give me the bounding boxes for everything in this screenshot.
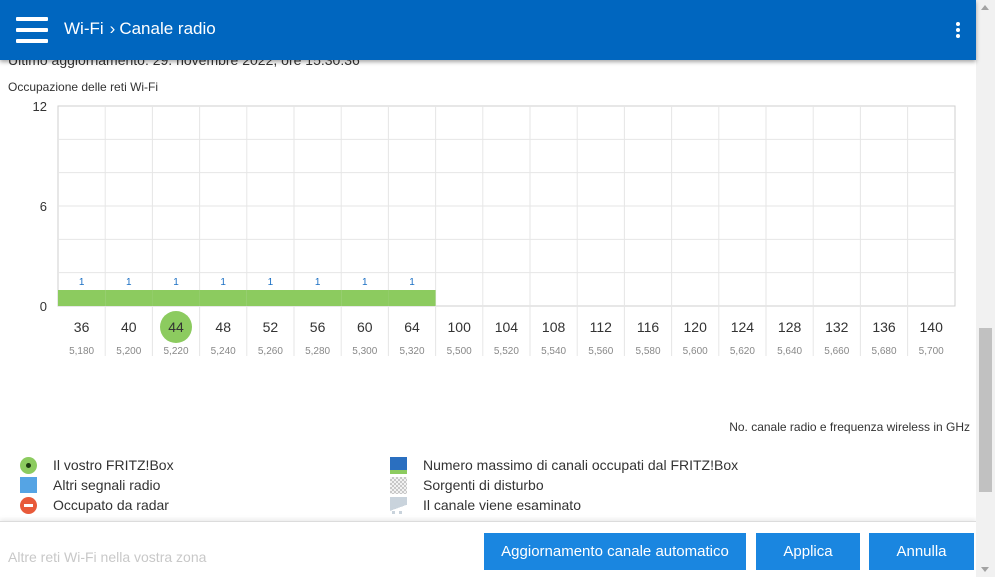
- data-label: 1: [220, 277, 226, 288]
- bar: [152, 290, 200, 306]
- bar: [199, 290, 247, 306]
- channel-label: 64: [404, 319, 420, 335]
- legend-item-scan: Il canale viene esaminato: [390, 495, 738, 515]
- channel-label: 132: [825, 319, 849, 335]
- frequency-label: 5,260: [258, 346, 283, 357]
- menu-icon[interactable]: [16, 17, 48, 43]
- frequency-label: 5,320: [399, 346, 424, 357]
- legend-left: Il vostro FRITZ!Box Altri segnali radio …: [20, 455, 174, 515]
- axis-caption: No. canale radio e frequenza wireless in…: [729, 420, 970, 434]
- frequency-label: 5,640: [777, 346, 802, 357]
- channel-label: 136: [872, 319, 896, 335]
- channel-label: 36: [74, 319, 90, 335]
- bar: [58, 290, 106, 306]
- frequency-label: 5,500: [447, 346, 472, 357]
- interference-icon: [390, 476, 407, 494]
- legend-label: Occupato da radar: [53, 497, 169, 513]
- scanning-icon: [390, 496, 407, 514]
- frequency-label: 5,300: [352, 346, 377, 357]
- scroll-up-icon[interactable]: [981, 5, 989, 10]
- other-signal-icon: [20, 477, 37, 493]
- data-label: 1: [126, 277, 132, 288]
- channel-occupancy-chart: 06121 1 1 1 1 1 1 1365,180405,200445,220485,240…: [33, 99, 956, 357]
- data-label: 1: [173, 277, 179, 288]
- scroll-down-icon[interactable]: [981, 567, 989, 572]
- frequency-label: 5,580: [635, 346, 660, 357]
- channel-label: 44: [168, 319, 184, 335]
- frequency-label: 5,280: [305, 346, 330, 357]
- cancel-button[interactable]: Annulla: [869, 533, 974, 570]
- breadcrumb-wifi-link[interactable]: Wi-Fi: [64, 19, 104, 38]
- legend-item-noise: Sorgenti di disturbo: [390, 475, 738, 495]
- app-header: Wi-Fi › Canale radio: [0, 0, 976, 60]
- more-options-icon[interactable]: [950, 20, 966, 40]
- channel-label: 140: [920, 319, 944, 335]
- data-label: 1: [79, 277, 85, 288]
- channel-label: 40: [121, 319, 137, 335]
- frequency-label: 5,200: [116, 346, 141, 357]
- bar: [388, 290, 436, 306]
- channel-label: 116: [637, 319, 660, 335]
- vertical-scrollbar[interactable]: [976, 0, 995, 577]
- frequency-label: 5,680: [871, 346, 896, 357]
- own-fritzbox-icon: [20, 456, 37, 474]
- legend-label: Numero massimo di canali occupati dal FR…: [423, 457, 739, 473]
- breadcrumb: Wi-Fi › Canale radio: [64, 19, 216, 39]
- channel-label: 124: [731, 319, 755, 335]
- bar: [341, 290, 389, 306]
- page-title: Canale radio: [119, 19, 216, 38]
- legend-label: Il vostro FRITZ!Box: [53, 457, 174, 473]
- legend-item-max: Numero massimo di canali occupati dal FR…: [390, 455, 738, 475]
- frequency-label: 5,520: [494, 346, 519, 357]
- y-tick-label: 0: [40, 299, 47, 314]
- data-label: 1: [409, 277, 415, 288]
- footer-bar: Altre reti Wi-Fi nella vostra zona Aggio…: [0, 521, 976, 577]
- frequency-label: 5,180: [69, 346, 94, 357]
- frequency-label: 5,600: [683, 346, 708, 357]
- legend-label: Il canale viene esaminato: [423, 497, 581, 513]
- frequency-label: 5,560: [588, 346, 613, 357]
- chart-title: Occupazione delle reti Wi-Fi: [8, 80, 159, 94]
- max-channels-icon: [390, 456, 407, 474]
- channel-label: 108: [542, 319, 566, 335]
- channel-label: 52: [263, 319, 279, 335]
- frequency-label: 5,220: [163, 346, 188, 357]
- channel-label: 60: [357, 319, 373, 335]
- channel-label: 112: [590, 319, 613, 335]
- frequency-label: 5,540: [541, 346, 566, 357]
- data-label: 1: [268, 277, 274, 288]
- channel-label: 56: [310, 319, 326, 335]
- y-tick-label: 6: [40, 199, 47, 214]
- legend-label: Altri segnali radio: [53, 477, 161, 493]
- scrollbar-thumb[interactable]: [979, 328, 992, 492]
- channel-label: 48: [215, 319, 231, 335]
- other-networks-link[interactable]: Altre reti Wi-Fi nella vostra zona: [8, 549, 206, 565]
- channel-label: 120: [684, 319, 708, 335]
- data-label: 1: [315, 277, 321, 288]
- apply-button[interactable]: Applica: [756, 533, 860, 570]
- data-label: 1: [362, 277, 368, 288]
- channel-label: 128: [778, 319, 802, 335]
- auto-channel-update-button[interactable]: Aggiornamento canale automatico: [484, 533, 746, 570]
- bar: [105, 290, 153, 306]
- legend-item-own: Il vostro FRITZ!Box: [20, 455, 174, 475]
- bar: [294, 290, 342, 306]
- legend-item-radar: Occupato da radar: [20, 495, 174, 515]
- legend-label: Sorgenti di disturbo: [423, 477, 544, 493]
- frequency-label: 5,240: [211, 346, 236, 357]
- frequency-label: 5,700: [919, 346, 944, 357]
- chevron-right-icon: ›: [109, 19, 116, 38]
- frequency-label: 5,660: [824, 346, 849, 357]
- radar-icon: [20, 496, 37, 514]
- legend-item-other: Altri segnali radio: [20, 475, 174, 495]
- bar: [246, 290, 294, 306]
- legend-right: Numero massimo di canali occupati dal FR…: [390, 455, 738, 515]
- channel-label: 104: [495, 319, 519, 335]
- y-tick-label: 12: [33, 99, 47, 114]
- channel-label: 100: [448, 319, 472, 335]
- frequency-label: 5,620: [730, 346, 755, 357]
